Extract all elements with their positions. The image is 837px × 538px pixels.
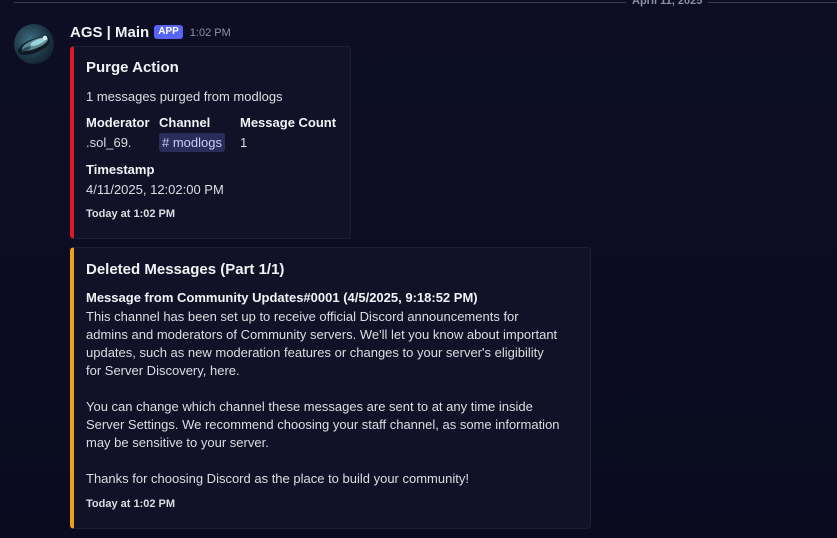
embed-title: Purge Action (86, 59, 179, 76)
message-count-field-value: 1 (240, 135, 248, 150)
deleted-messages-embed: Deleted Messages (Part 1/1) Message from… (70, 247, 591, 529)
deleted-message-line: Thanks for choosing Discord as the place… (86, 471, 469, 486)
author-name[interactable]: AGS | Main (70, 24, 149, 41)
app-badge: APP (154, 25, 183, 39)
message-count-field-label: Message Count (240, 115, 337, 130)
channel-mention-link[interactable]: # modlogs (159, 133, 225, 152)
deleted-message-line: may be sensitive to your server. (86, 435, 269, 450)
deleted-message-header: Message from Community Updates#0001 (4/5… (86, 290, 478, 305)
date-divider: April 11, 2025 (14, 0, 837, 8)
deleted-message-line: admins and moderators of Community serve… (86, 327, 558, 342)
channel-field-label: Channel (159, 115, 211, 130)
deleted-message-line: updates, such as new moderation features… (86, 345, 544, 360)
divider-date-label: April 11, 2025 (626, 0, 709, 8)
timestamp-field-value: 4/11/2025, 12:02:00 PM (86, 182, 224, 197)
embed-footer-timestamp: Today at 1:02 PM (86, 498, 176, 510)
avatar-image (18, 35, 50, 56)
divider-line (14, 2, 837, 3)
message-timestamp[interactable]: 1:02 PM (190, 27, 231, 39)
avatar[interactable] (14, 24, 54, 64)
deleted-message-line: for Server Discovery, here. (86, 363, 240, 378)
purge-action-embed: Purge Action 1 messages purged from modl… (70, 46, 351, 239)
deleted-message-line: You can change which channel these messa… (86, 399, 533, 414)
timestamp-field-label: Timestamp (86, 162, 155, 177)
embed-title: Deleted Messages (Part 1/1) (86, 261, 285, 278)
moderator-field-label: Moderator (86, 115, 150, 130)
embed-description: 1 messages purged from modlogs (86, 89, 283, 104)
message-header: AGS | Main APP 1:02 PM (70, 22, 231, 42)
moderator-field-value: .sol_69. (86, 135, 132, 150)
embed-footer-timestamp: Today at 1:02 PM (86, 208, 176, 220)
deleted-message-line: This channel has been set up to receive … (86, 309, 519, 324)
deleted-message-line: Server Settings. We recommend choosing y… (86, 417, 560, 432)
